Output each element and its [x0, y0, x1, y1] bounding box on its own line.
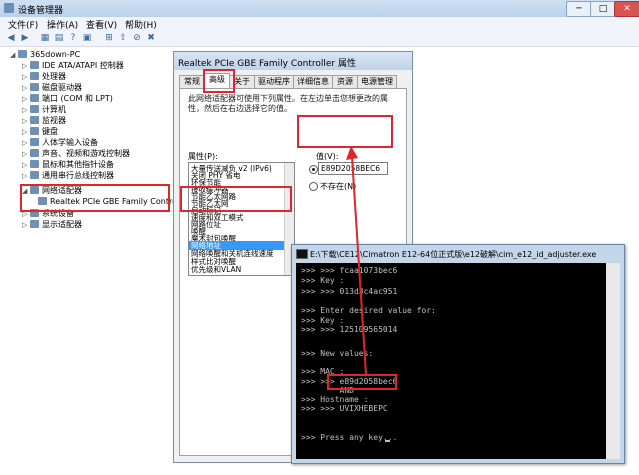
console-line: >>> >>> 125109565014	[301, 325, 398, 334]
not-present-label: 不存在(N)	[320, 182, 357, 191]
expand-icon: ▷	[22, 172, 28, 180]
disable-icon[interactable]: ⊘	[132, 33, 142, 43]
console-icon	[296, 249, 308, 259]
console-title: E:\下载\CE12\Cimatron E12-64位正式版\e12破解\cim…	[310, 250, 597, 259]
expand-icon: ▷	[22, 221, 28, 229]
highlight-mac-value	[327, 374, 397, 390]
menu-file[interactable]: 文件(F)	[8, 18, 38, 31]
menu-help[interactable]: 帮助(H)	[125, 18, 157, 31]
tree-item[interactable]: ▷ 声音、视频和游戏控制器	[22, 148, 130, 159]
forward-icon[interactable]: ▶	[20, 33, 30, 43]
update-driver-icon[interactable]: ⇧	[118, 33, 128, 43]
value-label: 值(V):	[316, 152, 339, 161]
console-line: >>> Hostname :	[301, 395, 369, 404]
console-line: >>> Key :	[301, 276, 345, 285]
tab-details[interactable]: 详细信息	[293, 75, 333, 88]
tree-item[interactable]: ▷ IDE ATA/ATAPI 控制器	[22, 60, 124, 71]
tree-item[interactable]: ▷ 键盘	[22, 126, 58, 137]
title-bar: 设备管理器 ─ □ ✕	[0, 0, 639, 18]
collapse-icon: ◢	[10, 51, 16, 59]
menu-bar: 文件(F) 操作(A) 查看(V) 帮助(H)	[0, 17, 639, 31]
value-radio[interactable]	[309, 165, 318, 174]
tab-driver[interactable]: 驱动程序	[254, 75, 294, 88]
console-line: >>> New values:	[301, 349, 374, 358]
panel-description: 此网络适配器可使用下列属性。在左边单击您想更改的属性，然后在右边选择它的值。	[188, 94, 388, 113]
port-icon	[30, 94, 39, 102]
console-line: >>> >>> UVIXHEBEPC	[301, 404, 388, 413]
tab-general[interactable]: 常规	[179, 75, 205, 88]
mouse-icon	[30, 160, 39, 168]
highlight-advanced-tab	[203, 69, 235, 93]
keyboard-icon	[30, 127, 39, 135]
help-icon[interactable]: ?	[68, 33, 78, 43]
tree-root[interactable]: ◢ 365down-PC	[10, 49, 80, 60]
computer-icon	[30, 105, 39, 113]
highlight-value-field	[297, 115, 393, 148]
toolbar: ◀ ▶ ▦ ▤ ? ▣ ⊞ ⇧ ⊘ ✖	[0, 31, 639, 47]
usb-icon	[30, 171, 39, 179]
window-title: 设备管理器	[18, 6, 64, 16]
console-line: >>> >>> 013d3c4ac951	[301, 287, 398, 296]
menu-action[interactable]: 操作(A)	[47, 18, 78, 31]
list-icon[interactable]: ▤	[54, 33, 64, 43]
highlight-network-address	[180, 186, 292, 212]
computer-icon	[18, 50, 27, 58]
dialog-title: Realtek PCIe GBE Family Controller 属性	[178, 59, 356, 69]
console-scrollbar[interactable]	[606, 263, 620, 459]
tree-item[interactable]: ▷ 显示适配器	[22, 219, 82, 230]
tree-item[interactable]: ▷ 鼠标和其他指针设备	[22, 159, 114, 170]
highlight-network-adapter	[20, 184, 170, 212]
properties-icon[interactable]: ▦	[40, 33, 50, 43]
tree-item[interactable]: ▷ 计算机	[22, 104, 66, 115]
maximize-button[interactable]: □	[590, 1, 616, 17]
console-line: >>> Key :	[301, 316, 345, 325]
menu-view[interactable]: 查看(V)	[86, 18, 117, 31]
monitor-icon	[30, 116, 39, 124]
tree-item[interactable]: ▷ 处理器	[22, 71, 66, 82]
minimize-button[interactable]: ─	[566, 1, 592, 17]
value-input[interactable]: E89D2058BEC6	[318, 162, 388, 175]
app-icon	[4, 3, 14, 13]
console-line: >>> Press any key...	[301, 433, 398, 442]
uninstall-icon[interactable]: ✖	[146, 33, 156, 43]
display-icon	[30, 220, 39, 228]
property-list[interactable]: 大量传送减负 v2 (IPv6) 关闭 PHY 省电 环保节能 接收缓冲器 节能…	[188, 162, 295, 276]
console-line: >>> Enter desired value for:	[301, 306, 436, 315]
view-icon[interactable]: ▣	[82, 33, 92, 43]
close-button[interactable]: ✕	[614, 1, 639, 17]
console-window: E:\下载\CE12\Cimatron E12-64位正式版\e12破解\cim…	[291, 244, 625, 464]
property-label: 属性(P):	[188, 152, 218, 161]
tree-item[interactable]: ▷ 磁盘驱动器	[22, 82, 82, 93]
list-item[interactable]: 优先级和VLAN	[191, 265, 241, 274]
console-line: >>> >>> fcaa1073bec6	[301, 266, 398, 275]
tab-resources[interactable]: 资源	[332, 75, 358, 88]
hid-icon	[30, 138, 39, 146]
tree-item[interactable]: ▷ 通用串行总线控制器	[22, 170, 114, 181]
console-cursor	[385, 440, 390, 442]
tree-item[interactable]: ▷ 端口 (COM 和 LPT)	[22, 93, 113, 104]
scan-icon[interactable]: ⊞	[104, 33, 114, 43]
disk-icon	[30, 83, 39, 91]
tree-item[interactable]: ▷ 人体学输入设备	[22, 137, 98, 148]
tree-item[interactable]: ▷ 监视器	[22, 115, 66, 126]
console-output[interactable]: >>> >>> fcaa1073bec6 >>> Key : >>> >>> 0…	[296, 263, 606, 459]
back-icon[interactable]: ◀	[6, 33, 16, 43]
dialog-title-bar: Realtek PCIe GBE Family Controller 属性	[174, 52, 412, 70]
processor-icon	[30, 72, 39, 80]
not-present-radio[interactable]	[309, 182, 318, 191]
console-title-bar: E:\下载\CE12\Cimatron E12-64位正式版\e12破解\cim…	[292, 245, 624, 261]
sound-icon	[30, 149, 39, 157]
tab-power-management[interactable]: 电源管理	[357, 75, 397, 88]
controller-icon	[30, 61, 39, 69]
